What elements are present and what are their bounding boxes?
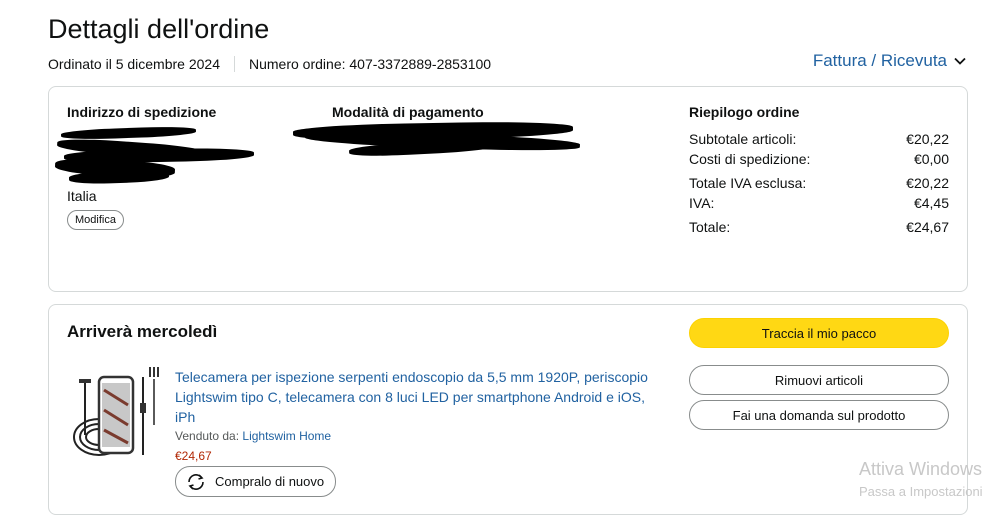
seller-link[interactable]: Lightswim Home bbox=[242, 429, 331, 443]
remove-items-button[interactable]: Rimuovi articoli bbox=[689, 365, 949, 395]
meta-divider bbox=[234, 56, 235, 72]
summary-row-subtotal: Subtotale articoli: €20,22 bbox=[689, 129, 949, 149]
shipping-heading: Indirizzo di spedizione bbox=[67, 104, 217, 120]
remove-items-label: Rimuovi articoli bbox=[774, 372, 864, 388]
edit-address-button[interactable]: Modifica bbox=[67, 210, 124, 230]
summary-label: Totale IVA esclusa: bbox=[689, 175, 807, 191]
refresh-icon bbox=[188, 473, 204, 490]
summary-heading: Riepilogo ordine bbox=[689, 104, 800, 120]
delivery-heading: Arriverà mercoledì bbox=[67, 322, 218, 341]
ask-product-question-button[interactable]: Fai una domanda sul prodotto bbox=[689, 400, 949, 430]
summary-value: €24,67 bbox=[906, 219, 949, 235]
sold-by: Venduto da: Lightswim Home bbox=[175, 429, 331, 443]
summary-row-net: Totale IVA esclusa: €20,22 bbox=[689, 173, 949, 193]
summary-value: €4,45 bbox=[913, 195, 949, 211]
order-info-card: Indirizzo di spedizione Italia Modifica … bbox=[48, 86, 968, 292]
summary-label: Costi di spedizione: bbox=[689, 151, 811, 167]
page-title: Dettagli dell'ordine bbox=[48, 14, 270, 44]
summary-label: Totale: bbox=[689, 219, 731, 235]
chevron-down-icon bbox=[954, 57, 966, 65]
invoice-dropdown[interactable]: Fattura / Ricevuta bbox=[813, 51, 966, 71]
summary-label: IVA: bbox=[689, 195, 715, 211]
summary-row-vat: IVA: €4,45 bbox=[689, 193, 949, 213]
order-date: Ordinato il 5 dicembre 2024 bbox=[48, 56, 220, 72]
product-image[interactable] bbox=[71, 365, 161, 460]
summary-value: €20,22 bbox=[906, 175, 949, 191]
shipment-card: Arriverà mercoledì Telecamera per ispezi… bbox=[48, 304, 968, 515]
order-number: Numero ordine: 407-3372889-2853100 bbox=[249, 56, 492, 72]
product-title-link[interactable]: Telecamera per ispezione serpenti endosc… bbox=[175, 367, 660, 427]
sold-by-label: Venduto da: bbox=[175, 429, 240, 443]
order-meta: Ordinato il 5 dicembre 2024 Numero ordin… bbox=[48, 56, 491, 72]
summary-value: €0,00 bbox=[913, 151, 949, 167]
invoice-label: Fattura / Ricevuta bbox=[812, 51, 947, 70]
track-package-label: Traccia il mio pacco bbox=[761, 325, 877, 341]
buy-again-button[interactable]: Compralo di nuovo bbox=[175, 466, 337, 497]
ask-question-label: Fai una domanda sul prodotto bbox=[732, 407, 906, 423]
summary-row-shipping: Costi di spedizione: €0,00 bbox=[689, 149, 949, 169]
windows-activation-watermark-title: Attiva Windows bbox=[859, 459, 983, 479]
summary-value: €20,22 bbox=[906, 131, 949, 147]
payment-heading: Modalità di pagamento bbox=[332, 104, 484, 120]
product-price: €24,67 bbox=[175, 449, 212, 463]
buy-again-label: Compralo di nuovo bbox=[215, 474, 325, 489]
shipping-country: Italia bbox=[67, 188, 97, 204]
summary-label: Subtotale articoli: bbox=[689, 131, 797, 147]
summary-row-total: Totale: €24,67 bbox=[689, 217, 949, 237]
track-package-button[interactable]: Traccia il mio pacco bbox=[689, 318, 949, 348]
windows-activation-watermark-subtitle: Passa a Impostazioni bbox=[859, 484, 983, 499]
order-summary: Subtotale articoli: €20,22 Costi di spedi… bbox=[689, 129, 949, 237]
